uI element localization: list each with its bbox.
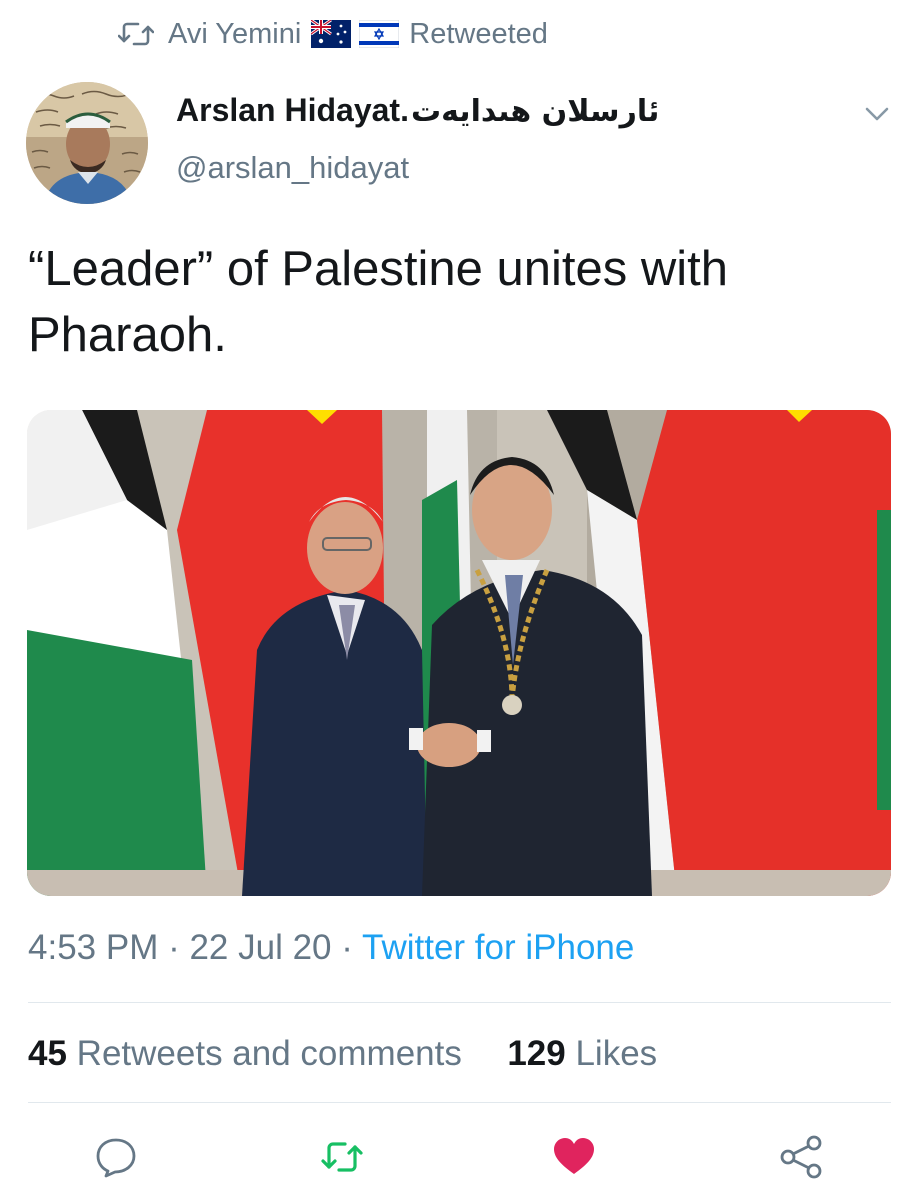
- retweet-icon: [118, 22, 154, 46]
- meta-separator: ·: [331, 928, 363, 967]
- tweet-text: “Leader” of Palestine unites with Pharao…: [28, 242, 728, 362]
- retweeter-name[interactable]: Avi Yemini: [168, 18, 301, 51]
- reply-button[interactable]: [93, 1134, 139, 1180]
- avatar-image: [26, 82, 148, 204]
- tweet-source-link[interactable]: Twitter for iPhone: [362, 928, 634, 967]
- retweets-stat[interactable]: 45 Retweets and comments: [28, 1034, 462, 1073]
- reply-icon: [96, 1138, 136, 1178]
- meta-separator: ·: [158, 928, 190, 967]
- retweets-label: Retweets and comments: [76, 1034, 462, 1073]
- retweet-banner[interactable]: Avi Yemini Retweeted: [118, 14, 548, 54]
- tweet-meta: 4:53 PM · 22 Jul 20 · Twitter for iPhone: [28, 928, 634, 968]
- author-native-name: ئارسلان ھىدايەت: [410, 94, 660, 129]
- tweet-date: 22 Jul 20: [189, 928, 332, 967]
- author-handle[interactable]: @arslan_hidayat: [176, 150, 409, 186]
- author-name[interactable]: Arslan Hidayat. ئارسلان ھىدايەت: [176, 92, 659, 129]
- like-button[interactable]: [551, 1134, 597, 1180]
- tweet-time: 4:53 PM: [28, 928, 159, 967]
- retweets-count: 45: [28, 1034, 67, 1073]
- divider: [28, 1102, 891, 1103]
- israel-flag-icon: [359, 20, 400, 48]
- chevron-down-icon[interactable]: [862, 102, 892, 126]
- heart-icon: [554, 1138, 594, 1174]
- share-icon: [780, 1135, 822, 1179]
- share-button[interactable]: [779, 1134, 825, 1180]
- author-display-name: Arslan Hidayat.: [176, 92, 409, 128]
- retweeted-label: Retweeted: [409, 17, 548, 50]
- likes-stat[interactable]: 129 Likes: [507, 1034, 657, 1073]
- divider: [28, 1002, 891, 1003]
- avatar[interactable]: [26, 82, 148, 204]
- tweet-stats: 45 Retweets and comments 129 Likes: [28, 1034, 657, 1074]
- photo-illustration: [27, 410, 891, 896]
- retweet-icon: [321, 1142, 363, 1172]
- australia-flag-icon: [311, 20, 352, 48]
- likes-count: 129: [507, 1034, 566, 1073]
- likes-label: Likes: [575, 1034, 658, 1073]
- tweet-photo[interactable]: [27, 410, 891, 896]
- retweet-button[interactable]: [319, 1134, 365, 1180]
